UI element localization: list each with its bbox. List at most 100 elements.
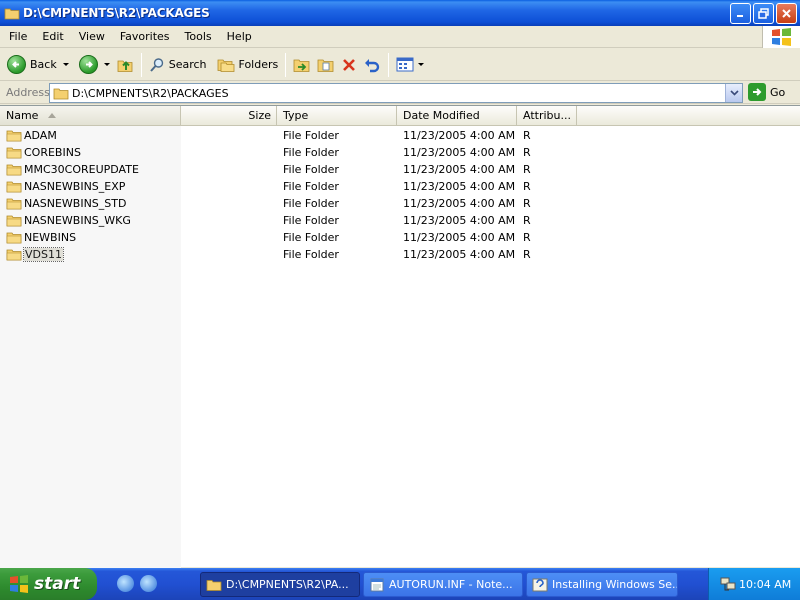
list-item[interactable]: ADAM File Folder 11/23/2005 4:00 AM R <box>0 127 800 144</box>
menu-help[interactable]: Help <box>221 30 258 43</box>
address-field[interactable]: D:\CMPNENTS\R2\PACKAGES <box>49 83 743 103</box>
undo-button[interactable] <box>360 52 384 78</box>
file-name: NASNEWBINS_EXP <box>24 180 126 193</box>
address-dropdown-button[interactable] <box>725 84 742 102</box>
column-header-attributes[interactable]: Attribu... <box>517 106 577 125</box>
file-list[interactable]: Name Size Type Date Modified Attribu... … <box>0 105 800 568</box>
forward-arrow-icon <box>78 55 98 74</box>
file-name-cell[interactable]: COREBINS <box>0 144 181 161</box>
column-header-date-label: Date Modified <box>403 109 480 122</box>
close-button[interactable] <box>776 3 797 24</box>
file-name: COREBINS <box>24 146 81 159</box>
column-header-name[interactable]: Name <box>0 106 181 125</box>
search-label: Search <box>168 58 207 71</box>
file-name-cell[interactable]: NEWBINS <box>0 229 181 246</box>
folder-icon <box>6 164 22 176</box>
folder-icon <box>6 249 22 261</box>
back-dropdown-icon[interactable] <box>62 63 69 66</box>
task-installer[interactable]: Installing Windows Se... <box>526 572 678 597</box>
search-button[interactable]: Search <box>146 52 210 78</box>
file-size <box>181 127 272 144</box>
file-size <box>181 161 272 178</box>
windows-flag-icon <box>10 575 28 593</box>
go-button[interactable]: Go <box>748 83 785 101</box>
file-type: File Folder <box>283 146 339 159</box>
menu-bar: File Edit View Favorites Tools Help <box>0 26 800 48</box>
restore-icon <box>758 8 769 19</box>
file-type: File Folder <box>283 214 339 227</box>
standard-toolbar: Back Search Folders <box>0 49 800 81</box>
forward-button[interactable] <box>76 52 113 78</box>
file-attributes: R <box>523 146 531 159</box>
list-item[interactable]: COREBINS File Folder 11/23/2005 4:00 AM R <box>0 144 800 161</box>
folders-button[interactable]: Folders <box>214 52 282 78</box>
file-name-cell[interactable]: NASNEWBINS_EXP <box>0 178 181 195</box>
list-item[interactable]: NASNEWBINS_WKG File Folder 11/23/2005 4:00… <box>0 212 800 229</box>
maximize-button[interactable] <box>753 3 774 24</box>
file-type: File Folder <box>283 197 339 210</box>
file-name-cell[interactable]: NASNEWBINS_STD <box>0 195 181 212</box>
quick-launch <box>117 575 157 592</box>
notepad-icon <box>370 578 384 591</box>
file-name-cell[interactable]: ADAM <box>0 127 181 144</box>
move-to-icon <box>293 59 310 72</box>
toolbar-separator <box>285 52 287 77</box>
list-item[interactable]: VDS11 File Folder 11/23/2005 4:00 AM R <box>0 246 800 263</box>
views-icon <box>396 57 414 72</box>
file-attributes: R <box>523 180 531 193</box>
forward-dropdown-icon[interactable] <box>103 63 110 66</box>
file-name-cell[interactable]: VDS11 <box>0 246 181 263</box>
title-bar[interactable]: D:\CMPNENTS\R2\PACKAGES <box>0 0 800 26</box>
task-notepad[interactable]: AUTORUN.INF - Note... <box>363 572 523 597</box>
file-name-cell[interactable]: NASNEWBINS_WKG <box>0 212 181 229</box>
views-button[interactable] <box>393 52 427 78</box>
task-explorer[interactable]: D:\CMPNENTS\R2\PA... <box>200 572 360 597</box>
menu-edit[interactable]: Edit <box>36 30 69 43</box>
delete-icon <box>343 58 356 71</box>
clock[interactable]: 10:04 AM <box>739 578 791 591</box>
file-name: NEWBINS <box>24 231 77 244</box>
list-item[interactable]: MMC30COREUPDATE File Folder 11/23/2005 4:0… <box>0 161 800 178</box>
network-icon[interactable] <box>719 575 737 593</box>
list-item[interactable]: NASNEWBINS_EXP File Folder 11/23/2005 4:00… <box>0 178 800 195</box>
file-attributes: R <box>523 129 531 142</box>
start-button[interactable]: start <box>0 568 97 600</box>
task-notepad-label: AUTORUN.INF - Note... <box>389 578 513 591</box>
internet-explorer-icon[interactable] <box>140 575 157 592</box>
copy-to-button[interactable] <box>314 52 338 78</box>
file-date: 11/23/2005 4:00 AM <box>403 231 516 244</box>
toolbar-separator <box>388 52 390 77</box>
column-header-type-label: Type <box>283 109 309 122</box>
menu-view[interactable]: View <box>73 30 111 43</box>
file-type: File Folder <box>283 248 339 261</box>
file-size <box>181 212 272 229</box>
folder-icon <box>6 181 22 193</box>
show-desktop-icon[interactable] <box>117 575 134 592</box>
minimize-button[interactable] <box>730 3 751 24</box>
column-header-type[interactable]: Type <box>277 106 397 125</box>
list-item[interactable]: NEWBINS File Folder 11/23/2005 4:00 AM R <box>0 229 800 246</box>
file-date: 11/23/2005 4:00 AM <box>403 214 516 227</box>
start-label: start <box>34 574 81 594</box>
file-size <box>181 144 272 161</box>
menu-tools[interactable]: Tools <box>179 30 218 43</box>
file-name: ADAM <box>24 129 57 142</box>
column-header-date-modified[interactable]: Date Modified <box>397 106 517 125</box>
delete-button[interactable] <box>338 52 360 78</box>
back-label: Back <box>30 58 57 71</box>
up-folder-button[interactable] <box>113 52 137 78</box>
file-date: 11/23/2005 4:00 AM <box>403 163 516 176</box>
file-name-cell[interactable]: MMC30COREUPDATE <box>0 161 181 178</box>
chevron-down-icon <box>729 90 739 96</box>
system-tray: 10:04 AM <box>708 568 800 600</box>
menu-file[interactable]: File <box>3 30 33 43</box>
column-header-size[interactable]: Size <box>181 106 277 125</box>
menu-favorites[interactable]: Favorites <box>114 30 176 43</box>
file-type: File Folder <box>283 163 339 176</box>
move-to-button[interactable] <box>290 52 314 78</box>
file-size <box>181 246 272 263</box>
back-button[interactable]: Back <box>4 52 72 78</box>
list-item[interactable]: NASNEWBINS_STD File Folder 11/23/2005 4:00… <box>0 195 800 212</box>
address-bar: Address D:\CMPNENTS\R2\PACKAGES Go <box>0 82 800 104</box>
column-header-name-label: Name <box>6 109 39 122</box>
